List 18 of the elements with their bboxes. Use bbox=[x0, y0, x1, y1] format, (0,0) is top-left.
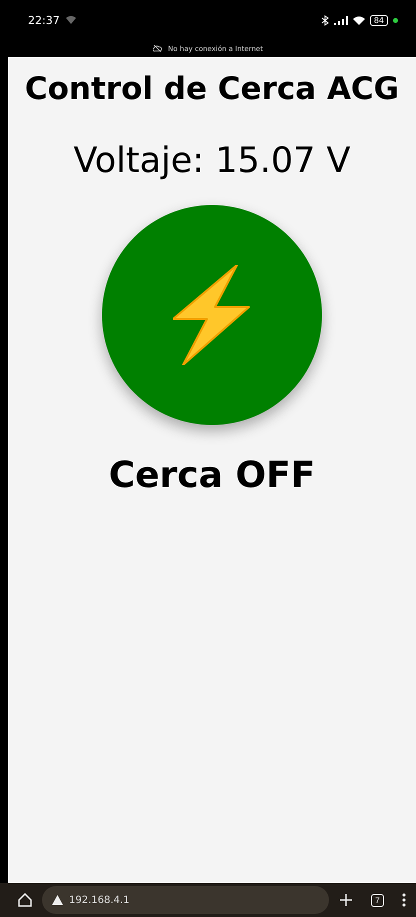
new-tab-button[interactable] bbox=[339, 893, 353, 907]
wifi-icon bbox=[66, 16, 76, 24]
address-bar[interactable]: 192.168.4.1 bbox=[42, 886, 329, 914]
tab-switcher-button[interactable]: 7 bbox=[371, 894, 384, 906]
wifi-icon bbox=[352, 16, 365, 24]
battery-indicator: 84 bbox=[370, 14, 388, 26]
warning-icon bbox=[52, 895, 63, 905]
voltage-reading: Voltaje: 15.07 V bbox=[74, 141, 350, 181]
signal-icon bbox=[334, 16, 348, 24]
status-dot-icon bbox=[393, 18, 398, 22]
bluetooth-icon bbox=[320, 14, 329, 26]
menu-button[interactable] bbox=[402, 893, 406, 907]
page-title: Control de Cerca ACG bbox=[24, 71, 400, 107]
lightning-icon bbox=[173, 265, 251, 365]
clock: 22:37 bbox=[28, 14, 60, 26]
cloud-off-icon bbox=[153, 45, 162, 52]
home-button[interactable] bbox=[18, 893, 32, 907]
fence-status: Cerca OFF bbox=[108, 455, 316, 496]
